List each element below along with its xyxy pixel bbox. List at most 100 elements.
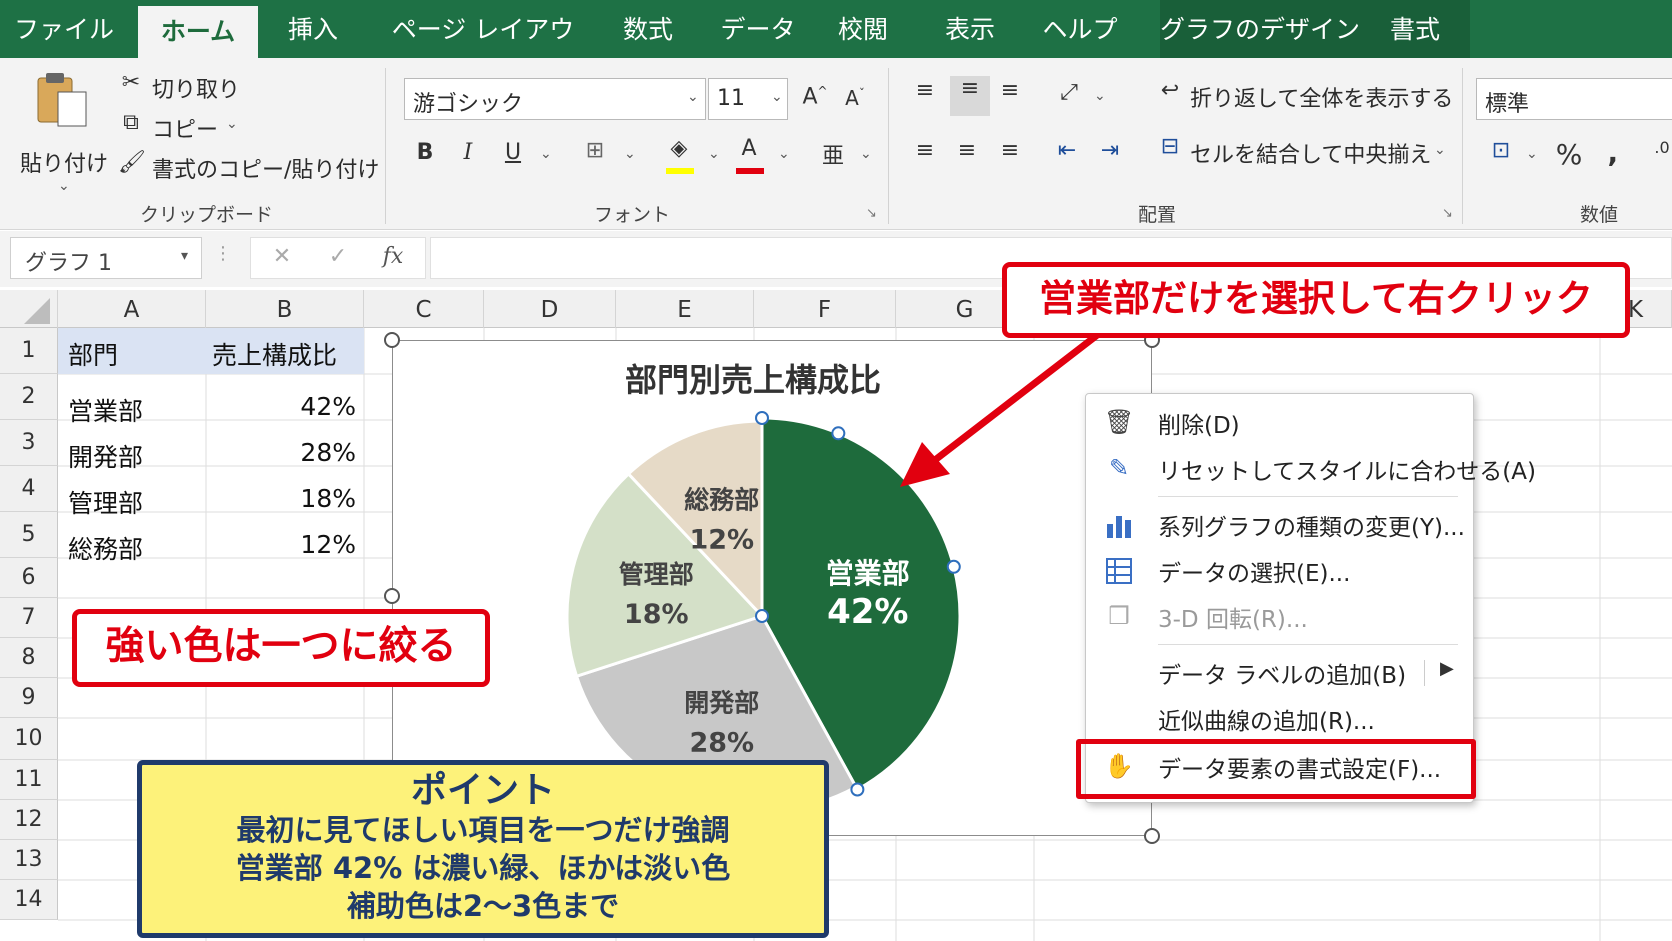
fill-color-button[interactable]: ◈ xyxy=(664,136,698,176)
chevron-down-icon[interactable]: ⌄ xyxy=(778,146,790,162)
tab-help[interactable]: ヘルプ xyxy=(1030,0,1130,58)
chevron-down-icon[interactable]: ⌄ xyxy=(540,146,552,162)
format-painter-button[interactable]: 🖌 書式のコピー/貼り付け xyxy=(118,150,379,184)
tab-review[interactable]: 校閲 xyxy=(818,0,908,58)
row-header-9[interactable]: 9 xyxy=(0,678,58,718)
chevron-down-icon[interactable]: ⌄ xyxy=(860,146,872,162)
align-left-icon[interactable]: ≡ xyxy=(910,138,940,163)
align-center-icon[interactable]: ≡ xyxy=(952,138,982,163)
more-dots-icon[interactable]: ⋮ xyxy=(214,243,232,264)
row-header-6[interactable]: 6 xyxy=(0,558,58,598)
chart-resize-handle[interactable] xyxy=(384,332,400,348)
table-cell[interactable]: 12% xyxy=(206,530,356,559)
row-header-12[interactable]: 12 xyxy=(0,800,58,840)
cut-button[interactable]: ✂ 切り取り xyxy=(118,70,278,104)
enter-check-icon[interactable]: ✓ xyxy=(323,244,353,269)
row-header-3[interactable]: 3 xyxy=(0,420,58,466)
table-cell[interactable]: 管理部 xyxy=(68,484,143,520)
header-cell-ratio[interactable]: 売上構成比 xyxy=(206,328,364,374)
borders-icon[interactable]: ⊞ xyxy=(580,138,610,163)
tab-view[interactable]: 表示 xyxy=(925,0,1015,58)
row-header-8[interactable]: 8 xyxy=(0,638,58,678)
wrap-text-button[interactable]: ↩ 折り返して全体を表示する xyxy=(1156,78,1454,116)
font-color-button[interactable]: A xyxy=(734,136,768,176)
percent-button[interactable]: % xyxy=(1554,138,1584,171)
menu-item-change-chart-type[interactable]: 系列グラフの種類の変更(Y)... xyxy=(1086,502,1475,546)
selection-handle[interactable] xyxy=(755,411,769,425)
comma-button[interactable]: , xyxy=(1598,136,1622,169)
table-cell[interactable]: 開発部 xyxy=(68,438,143,474)
column-header-d[interactable]: D xyxy=(484,290,616,328)
chart-resize-handle[interactable] xyxy=(384,588,400,604)
tab-home[interactable]: ホーム xyxy=(138,6,258,58)
number-format-select[interactable]: 標準 xyxy=(1476,78,1672,120)
decrease-indent-icon[interactable]: ⇤ xyxy=(1052,138,1082,163)
tab-page-layout[interactable]: ページ レイアウト xyxy=(383,0,583,104)
tab-insert[interactable]: 挿入 xyxy=(268,0,358,58)
chevron-down-icon[interactable]: ⌄ xyxy=(1526,146,1538,162)
align-middle-icon[interactable]: ≡ xyxy=(950,76,990,116)
chevron-down-icon[interactable]: ⌄ xyxy=(708,146,720,162)
align-bottom-icon[interactable]: ≡ xyxy=(995,78,1025,103)
copy-button[interactable]: ⧉ コピー ⌄ xyxy=(118,110,258,144)
row-header-13[interactable]: 13 xyxy=(0,840,58,880)
align-top-icon[interactable]: ≡ xyxy=(910,78,940,103)
tab-format[interactable]: 書式 xyxy=(1360,0,1470,58)
currency-format-icon[interactable]: ⊡ xyxy=(1484,138,1518,163)
menu-item-reset-style[interactable]: ✎ リセットしてスタイルに合わせる(A) xyxy=(1086,446,1536,490)
italic-button[interactable]: I xyxy=(455,140,481,165)
column-header-b[interactable]: B xyxy=(206,290,364,328)
insert-function-icon[interactable]: fx xyxy=(375,244,411,269)
selection-handle[interactable] xyxy=(946,559,961,574)
row-header-7[interactable]: 7 xyxy=(0,598,58,638)
tab-formulas[interactable]: 数式 xyxy=(605,0,691,58)
orientation-icon[interactable]: ⤢ xyxy=(1052,80,1086,105)
font-name-select[interactable]: 游ゴシック ⌄ xyxy=(404,78,706,120)
selection-handle[interactable] xyxy=(831,426,846,441)
chart-title[interactable]: 部門別売上構成比 xyxy=(625,361,881,399)
cancel-icon[interactable]: ✕ xyxy=(267,244,297,269)
column-header-c[interactable]: C xyxy=(364,290,484,328)
merge-center-button[interactable]: ⊟ セルを結合して中央揃え ⌄ xyxy=(1156,134,1446,172)
chevron-down-icon[interactable]: ⌄ xyxy=(624,146,636,162)
menu-item-add-data-labels[interactable]: データ ラベルの追加(B) ▶ xyxy=(1086,650,1475,694)
chart-resize-handle[interactable] xyxy=(1144,828,1160,844)
row-header-11[interactable]: 11 xyxy=(0,760,58,800)
column-header-e[interactable]: E xyxy=(616,290,754,328)
dialog-launcher-icon[interactable]: ↘ xyxy=(1442,206,1453,221)
row-header-5[interactable]: 5 xyxy=(0,512,58,558)
table-cell[interactable]: 28% xyxy=(206,438,356,467)
row-header-4[interactable]: 4 xyxy=(0,466,58,512)
table-cell[interactable]: 営業部 xyxy=(68,392,143,428)
tab-data[interactable]: データ xyxy=(710,0,806,58)
row-header-1[interactable]: 1 xyxy=(0,328,58,374)
menu-item-select-data[interactable]: データの選択(E)... xyxy=(1086,548,1475,592)
selection-handle[interactable] xyxy=(850,782,865,797)
column-header-f[interactable]: F xyxy=(754,290,896,328)
tab-file[interactable]: ファイル xyxy=(0,0,128,58)
increase-indent-icon[interactable]: ⇥ xyxy=(1095,138,1125,163)
table-cell[interactable]: 18% xyxy=(206,484,356,513)
increase-font-icon[interactable]: A^ xyxy=(800,84,830,109)
chevron-down-icon[interactable]: ⌄ xyxy=(1094,88,1106,104)
header-cell-dept[interactable]: 部門 xyxy=(58,328,206,374)
table-cell[interactable]: 総務部 xyxy=(68,530,143,566)
phonetic-icon[interactable]: 亜 xyxy=(818,138,848,170)
dialog-launcher-icon[interactable]: ↘ xyxy=(866,206,877,221)
name-box[interactable]: グラフ 1 ▾ xyxy=(10,237,202,279)
align-right-icon[interactable]: ≡ xyxy=(995,138,1025,163)
table-cell[interactable]: 42% xyxy=(206,392,356,421)
select-all-corner[interactable] xyxy=(0,290,58,328)
row-header-10[interactable]: 10 xyxy=(0,718,58,760)
underline-button[interactable]: U xyxy=(500,140,526,165)
menu-item-delete[interactable]: 🗑 削除(D) xyxy=(1086,400,1475,444)
increase-decimal-icon[interactable]: .0 xyxy=(1652,138,1672,157)
row-header-2[interactable]: 2 xyxy=(0,374,58,420)
decrease-font-icon[interactable]: Aˇ xyxy=(840,86,870,110)
tab-chart-design[interactable]: グラフのデザイン xyxy=(1160,0,1360,58)
row-header-14[interactable]: 14 xyxy=(0,880,58,920)
bold-button[interactable]: B xyxy=(412,140,438,165)
selection-handle[interactable] xyxy=(755,609,769,623)
menu-item-add-trendline[interactable]: 近似曲線の追加(R)... xyxy=(1086,696,1475,740)
font-size-select[interactable]: 11 ⌄ xyxy=(708,78,788,120)
